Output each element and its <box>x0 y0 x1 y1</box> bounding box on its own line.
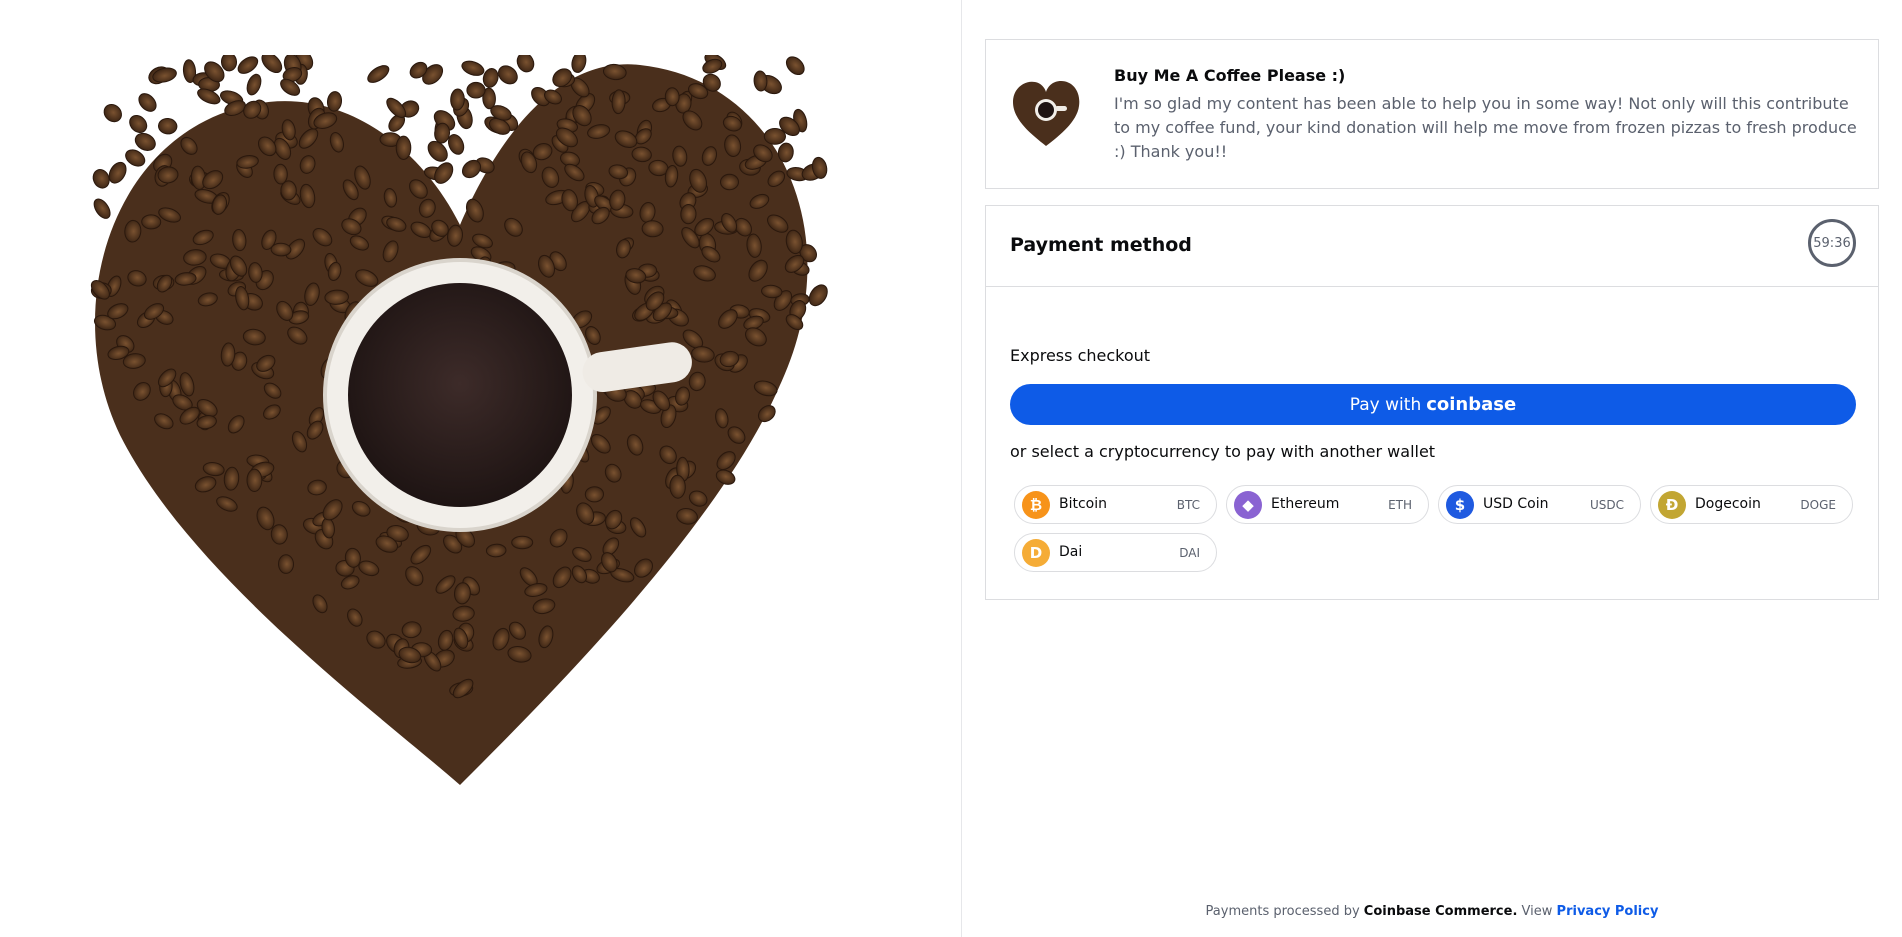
coffee-bean <box>326 91 343 112</box>
coffee-bean <box>237 56 259 74</box>
coffee-bean <box>669 474 686 499</box>
privacy-policy-link[interactable]: Privacy Policy <box>1557 904 1659 919</box>
coffee-heart-thumbnail <box>1013 81 1080 146</box>
crypto-name: USD Coin <box>1483 496 1549 512</box>
coffee-bean <box>584 486 604 503</box>
crypto-ticker: DOGE <box>1800 498 1836 512</box>
coffee-bean <box>763 128 787 145</box>
merchant-title: Buy Me A Coffee Please :) <box>1114 66 1346 85</box>
coffee-bean <box>92 169 110 189</box>
coffee-bean <box>720 173 739 191</box>
coffee-bean <box>395 135 412 160</box>
coffee-bean <box>808 284 828 307</box>
coffee-bean <box>461 60 485 76</box>
merchant-card: Buy Me A Coffee Please :) I'm so glad my… <box>985 39 1879 189</box>
coffee-bean <box>516 55 535 73</box>
coffee-bean <box>367 65 390 83</box>
coffee-bean <box>466 81 486 99</box>
pay-with-coinbase-button[interactable]: Pay with coinbase <box>1010 384 1856 425</box>
crypto-option-usd-coin[interactable]: $ USD Coin USDC <box>1438 485 1641 524</box>
coffee-bean <box>158 117 178 135</box>
coffee-bean <box>220 55 238 72</box>
coffee-bean <box>571 55 587 73</box>
footer: Payments processed by Coinbase Commerce.… <box>962 904 1902 919</box>
coffee-bean <box>664 87 680 107</box>
footer-view: View <box>1521 904 1553 919</box>
crypto-option-dai[interactable]: D Dai DAI <box>1014 533 1217 572</box>
countdown-timer: 59:36 <box>1808 219 1856 267</box>
coffee-bean <box>129 114 148 134</box>
select-crypto-label: or select a cryptocurrency to pay with a… <box>1010 442 1436 461</box>
usd-coin-icon: $ <box>1446 491 1474 519</box>
crypto-ticker: DAI <box>1179 546 1200 560</box>
coffee-bean <box>785 56 805 76</box>
coffee-heart-hero-image <box>90 55 828 785</box>
dai-icon: D <box>1022 539 1050 567</box>
crypto-name: Bitcoin <box>1059 496 1108 512</box>
dogecoin-icon: Ð <box>1658 491 1686 519</box>
coinbase-wordmark: coinbase <box>1426 394 1517 415</box>
left-pane <box>0 0 962 937</box>
coffee-bean <box>103 103 122 123</box>
crypto-name: Ethereum <box>1271 496 1340 512</box>
coffee-bean <box>511 535 534 550</box>
crypto-name: Dogecoin <box>1695 496 1761 512</box>
merchant-description: I'm so glad my content has been able to … <box>1114 94 1857 161</box>
coffee-bean <box>680 204 697 225</box>
coffee-bean <box>246 468 263 492</box>
checkout-pane: Buy Me A Coffee Please :) I'm so glad my… <box>962 0 1902 937</box>
pay-button-prefix: Pay with <box>1349 394 1422 415</box>
coffee-bean <box>261 55 283 74</box>
payment-header: Payment method 59:36 <box>986 206 1878 287</box>
crypto-option-bitcoin[interactable]: ₿ Bitcoin BTC <box>1014 485 1217 524</box>
payment-method-card: Payment method 59:36 Express checkout Pa… <box>985 205 1879 600</box>
crypto-name: Dai <box>1059 544 1083 560</box>
bitcoin-icon: ₿ <box>1022 491 1050 519</box>
coffee-bean <box>270 242 292 257</box>
express-checkout-label: Express checkout <box>1010 346 1151 365</box>
payment-method-title: Payment method <box>1010 234 1192 256</box>
coffee-bean <box>277 554 295 574</box>
coffee-bean <box>753 70 768 92</box>
crypto-option-dogecoin[interactable]: Ð Dogecoin DOGE <box>1650 485 1853 524</box>
footer-prefix: Payments processed by <box>1205 904 1360 919</box>
coffee-bean <box>93 198 111 219</box>
ethereum-icon: ◆ <box>1234 491 1262 519</box>
coffee-bean <box>450 88 465 111</box>
crypto-ticker: USDC <box>1589 498 1624 512</box>
crypto-ticker: ETH <box>1388 498 1412 512</box>
coffee-bean <box>498 65 518 85</box>
coffee-bean <box>141 214 162 230</box>
footer-company: Coinbase Commerce. <box>1363 904 1518 919</box>
crypto-ticker: BTC <box>1176 498 1200 512</box>
coffee-bean <box>246 73 262 96</box>
coffee-bean <box>434 162 454 184</box>
coffee-bean <box>138 93 157 112</box>
crypto-option-ethereum[interactable]: ◆ Ethereum ETH <box>1226 485 1429 524</box>
coffee-bean <box>273 163 288 185</box>
